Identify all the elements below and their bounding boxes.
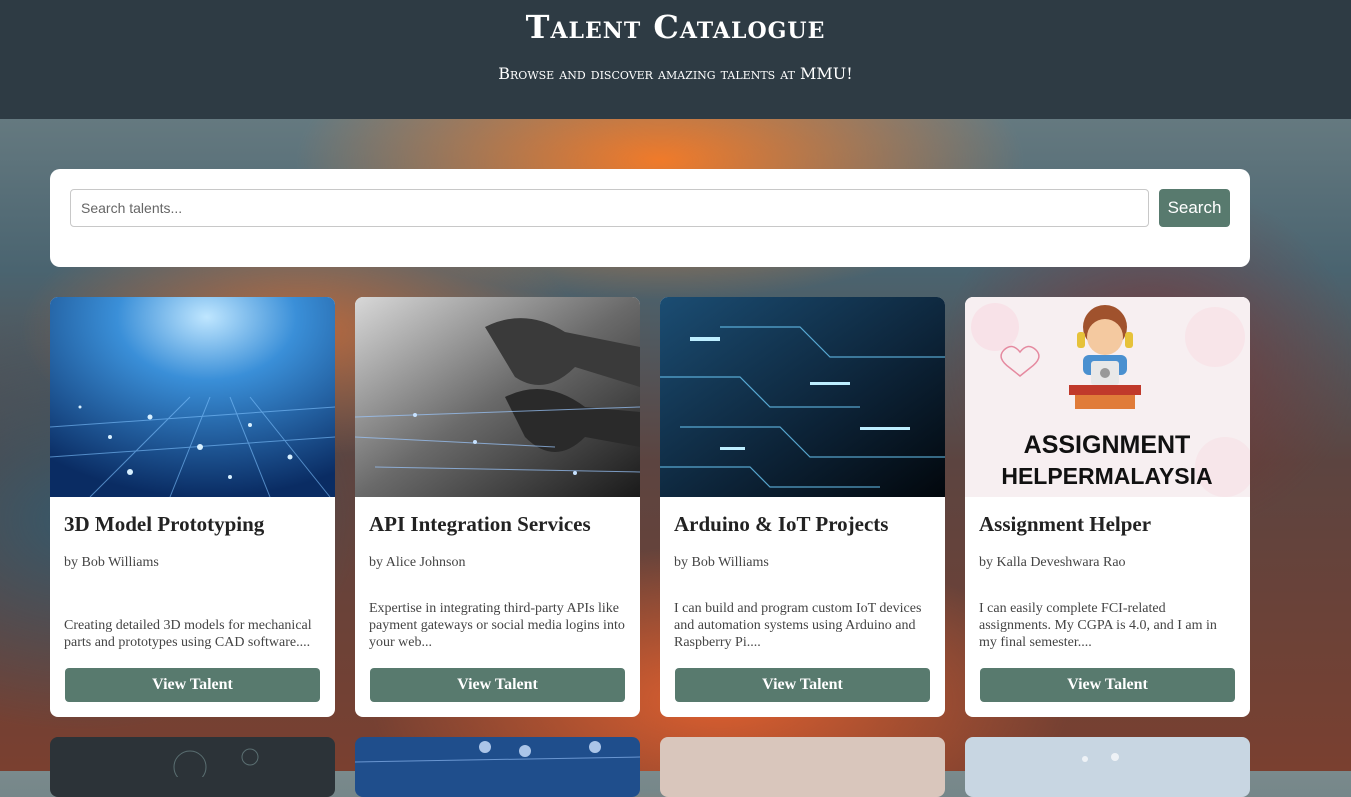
talent-card-partial xyxy=(50,737,335,797)
page-title: Talent Catalogue xyxy=(525,8,826,46)
page-header: Talent Catalogue Browse and discover ama… xyxy=(0,0,1351,119)
view-talent-button[interactable]: View Talent xyxy=(370,668,625,702)
assignment-text-line-1: ASSIGNMENT xyxy=(1024,431,1191,459)
talent-description: Creating detailed 3D models for mechanic… xyxy=(64,618,312,650)
talent-image xyxy=(355,297,640,497)
talent-card: Arduino & IoT Projects by Bob Williams I… xyxy=(660,297,945,717)
talent-title: Assignment Helper xyxy=(979,512,1152,536)
view-talent-button[interactable]: View Talent xyxy=(675,668,930,702)
talent-card-partial xyxy=(355,737,640,797)
view-talent-button[interactable]: View Talent xyxy=(65,668,320,702)
talent-description: I can build and program custom IoT devic… xyxy=(674,601,922,650)
view-talent-button[interactable]: View Talent xyxy=(980,668,1235,702)
talent-card-partial xyxy=(660,737,945,797)
search-button[interactable]: Search xyxy=(1159,189,1230,227)
talent-card: ASSIGNMENT HELPERMALAYSIA Assignment Hel… xyxy=(965,297,1250,717)
talent-author: by Alice Johnson xyxy=(369,555,466,570)
search-input[interactable] xyxy=(70,189,1149,227)
talent-description: I can easily complete FCI-related assign… xyxy=(979,601,1217,650)
talent-author: by Bob Williams xyxy=(64,555,159,570)
talent-image: ASSIGNMENT HELPERMALAYSIA xyxy=(965,297,1250,497)
talent-image xyxy=(50,297,335,497)
talent-description: Expertise in integrating third-party API… xyxy=(369,601,625,650)
talent-card: API Integration Services by Alice Johnso… xyxy=(355,297,640,717)
talent-title: Arduino & IoT Projects xyxy=(674,512,889,536)
talent-card: 3D Model Prototyping by Bob Williams Cre… xyxy=(50,297,335,717)
talent-title: API Integration Services xyxy=(369,512,591,536)
search-panel: Search xyxy=(50,169,1250,267)
assignment-text-line-2: HELPERMALAYSIA xyxy=(1001,463,1212,489)
talent-author: by Bob Williams xyxy=(674,555,769,570)
talent-title: 3D Model Prototyping xyxy=(64,512,265,536)
talent-card-partial xyxy=(965,737,1250,797)
page-subtitle: Browse and discover amazing talents at M… xyxy=(498,64,853,83)
talent-image xyxy=(660,297,945,497)
talent-author: by Kalla Deveshwara Rao xyxy=(979,555,1126,570)
